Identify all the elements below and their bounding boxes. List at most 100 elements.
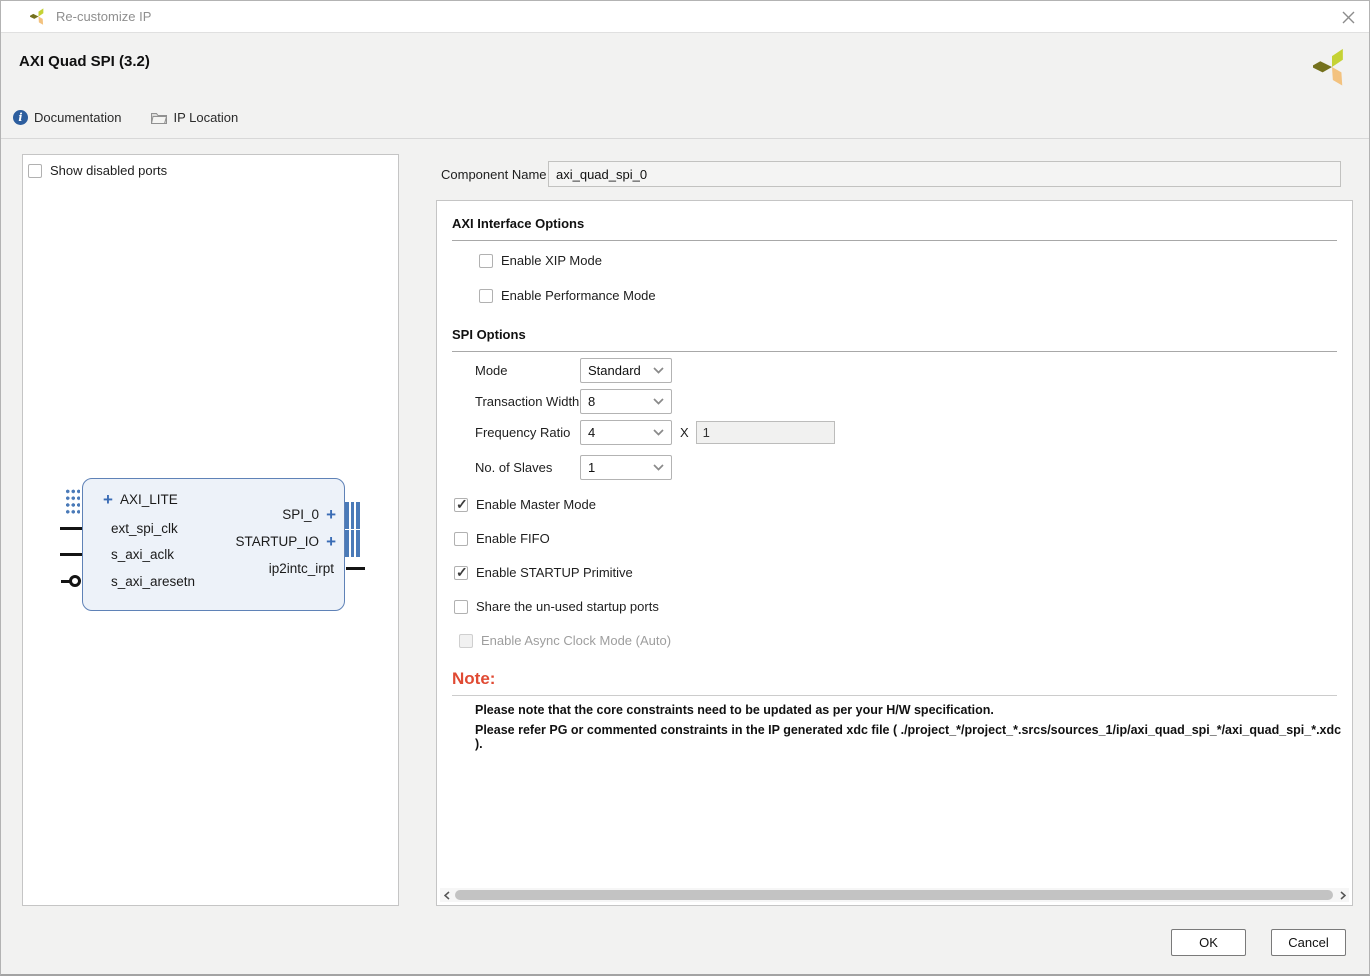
no-of-slaves-label: No. of Slaves xyxy=(475,460,580,475)
ip-block: + AXI_LITE ext_spi_clk s_axi_aclk s_axi_… xyxy=(82,478,345,611)
frequency-ratio-dropdown[interactable]: 4 xyxy=(580,420,672,445)
port-label: s_axi_aclk xyxy=(111,547,174,562)
recustomize-ip-dialog: Re-customize IP AXI Quad SPI (3.2) i Doc… xyxy=(0,0,1370,976)
ip-location-label: IP Location xyxy=(173,110,238,125)
spi0-bus-icon xyxy=(345,502,362,529)
axi-lite-interface-stub-icon xyxy=(65,488,80,515)
port-label: STARTUP_IO xyxy=(236,534,320,549)
section-rule xyxy=(452,240,1337,241)
toolbar-separator xyxy=(1,138,1369,139)
enable-xip-mode-checkbox[interactable] xyxy=(479,254,493,268)
note-title: Note: xyxy=(452,669,495,689)
section-rule xyxy=(452,351,1337,352)
mode-label: Mode xyxy=(475,363,580,378)
port-spi-0[interactable]: SPI_0 + xyxy=(282,506,336,523)
enable-master-mode-row: Enable Master Mode xyxy=(454,497,596,512)
cancel-button[interactable]: Cancel xyxy=(1271,929,1346,956)
documentation-button[interactable]: i Documentation xyxy=(13,110,121,125)
no-of-slaves-row: No. of Slaves 1 xyxy=(475,455,672,480)
chevron-down-icon xyxy=(653,367,664,374)
expand-plus-icon[interactable]: + xyxy=(326,533,336,550)
note-rule xyxy=(452,695,1337,696)
port-label: SPI_0 xyxy=(282,507,319,522)
port-label: AXI_LITE xyxy=(120,492,178,507)
title-bar: Re-customize IP xyxy=(1,1,1369,33)
expand-plus-icon[interactable]: + xyxy=(326,506,336,523)
active-low-ring-icon xyxy=(69,575,81,587)
spi-options-title: SPI Options xyxy=(452,327,526,342)
note-line-2: Please refer PG or commented constraints… xyxy=(475,723,1352,751)
transaction-width-dropdown[interactable]: 8 xyxy=(580,389,672,414)
no-of-slaves-dropdown[interactable]: 1 xyxy=(580,455,672,480)
ip2intc-irpt-stub xyxy=(346,567,365,570)
toolbar: i Documentation IP Location xyxy=(13,105,238,129)
component-name-label: Component Name xyxy=(441,167,547,182)
dropdown-value: 4 xyxy=(588,425,653,440)
checkbox-label: Enable Master Mode xyxy=(476,497,596,512)
transaction-width-label: Transaction Width xyxy=(475,394,580,409)
enable-async-clock-mode-row: Enable Async Clock Mode (Auto) xyxy=(459,633,671,648)
port-axi-lite[interactable]: + AXI_LITE xyxy=(103,491,178,508)
frequency-ratio-row: Frequency Ratio 4 X 1 xyxy=(475,420,835,445)
info-icon: i xyxy=(13,110,28,125)
note-line-1: Please note that the core constraints ne… xyxy=(475,703,994,717)
enable-xip-mode-row: Enable XIP Mode xyxy=(479,253,602,268)
enable-master-mode-checkbox[interactable] xyxy=(454,498,468,512)
enable-startup-primitive-row: Enable STARTUP Primitive xyxy=(454,565,633,580)
port-label: ip2intc_irpt xyxy=(269,561,334,576)
show-disabled-ports-label: Show disabled ports xyxy=(50,163,167,178)
window-title: Re-customize IP xyxy=(56,9,151,24)
xilinx-logo-icon xyxy=(1313,48,1351,86)
component-name-input[interactable]: axi_quad_spi_0 xyxy=(548,161,1341,187)
vivado-logo-icon xyxy=(30,8,47,25)
enable-fifo-checkbox[interactable] xyxy=(454,532,468,546)
port-startup-io[interactable]: STARTUP_IO + xyxy=(236,533,336,550)
port-label: s_axi_aresetn xyxy=(111,574,195,589)
enable-performance-mode-row: Enable Performance Mode xyxy=(479,288,656,303)
chevron-down-icon xyxy=(653,464,664,471)
axi-options-title: AXI Interface Options xyxy=(452,216,584,231)
chevron-down-icon xyxy=(653,429,664,436)
options-panel: AXI Interface Options Enable XIP Mode En… xyxy=(436,200,1353,906)
horizontal-scrollbar[interactable] xyxy=(440,888,1349,902)
frequency-multiplier-input[interactable]: 1 xyxy=(696,421,835,444)
scroll-left-icon[interactable] xyxy=(440,888,453,902)
checkbox-label: Enable STARTUP Primitive xyxy=(476,565,633,580)
chevron-down-icon xyxy=(653,398,664,405)
mode-dropdown[interactable]: Standard xyxy=(580,358,672,383)
close-icon[interactable] xyxy=(1339,8,1357,26)
checkbox-label: Share the un-used startup ports xyxy=(476,599,659,614)
port-s-axi-aclk[interactable]: s_axi_aclk xyxy=(111,547,174,562)
dropdown-value: 1 xyxy=(588,460,653,475)
startup-io-bus-icon xyxy=(345,530,362,557)
multiplier-value: 1 xyxy=(703,425,710,440)
ip-location-button[interactable]: IP Location xyxy=(151,110,238,125)
documentation-label: Documentation xyxy=(34,110,121,125)
enable-fifo-row: Enable FIFO xyxy=(454,531,550,546)
multiplier-x-label: X xyxy=(680,425,689,440)
component-name-value: axi_quad_spi_0 xyxy=(556,167,647,182)
scroll-right-icon[interactable] xyxy=(1336,888,1349,902)
block-diagram-panel: Show disabled ports + AXI_LITE ext_spi_c… xyxy=(22,154,399,906)
expand-plus-icon[interactable]: + xyxy=(103,491,113,508)
dropdown-value: 8 xyxy=(588,394,653,409)
s-axi-aclk-stub xyxy=(60,553,83,556)
scrollbar-thumb[interactable] xyxy=(455,890,1333,900)
port-ip2intc-irpt[interactable]: ip2intc_irpt xyxy=(269,561,334,576)
enable-async-clock-mode-checkbox xyxy=(459,634,473,648)
frequency-ratio-label: Frequency Ratio xyxy=(475,425,580,440)
port-label: ext_spi_clk xyxy=(111,521,178,536)
port-ext-spi-clk[interactable]: ext_spi_clk xyxy=(111,521,178,536)
mode-row: Mode Standard xyxy=(475,358,672,383)
ok-button[interactable]: OK xyxy=(1171,929,1246,956)
checkbox-label: Enable XIP Mode xyxy=(501,253,602,268)
show-disabled-ports-checkbox[interactable] xyxy=(28,164,42,178)
page-title: AXI Quad SPI (3.2) xyxy=(19,53,150,70)
enable-startup-primitive-checkbox[interactable] xyxy=(454,566,468,580)
transaction-width-row: Transaction Width 8 xyxy=(475,389,672,414)
share-unused-startup-ports-checkbox[interactable] xyxy=(454,600,468,614)
port-s-axi-aresetn[interactable]: s_axi_aresetn xyxy=(111,574,195,589)
checkbox-label: Enable Async Clock Mode (Auto) xyxy=(481,633,671,648)
show-disabled-ports-row: Show disabled ports xyxy=(28,163,167,178)
enable-performance-mode-checkbox[interactable] xyxy=(479,289,493,303)
